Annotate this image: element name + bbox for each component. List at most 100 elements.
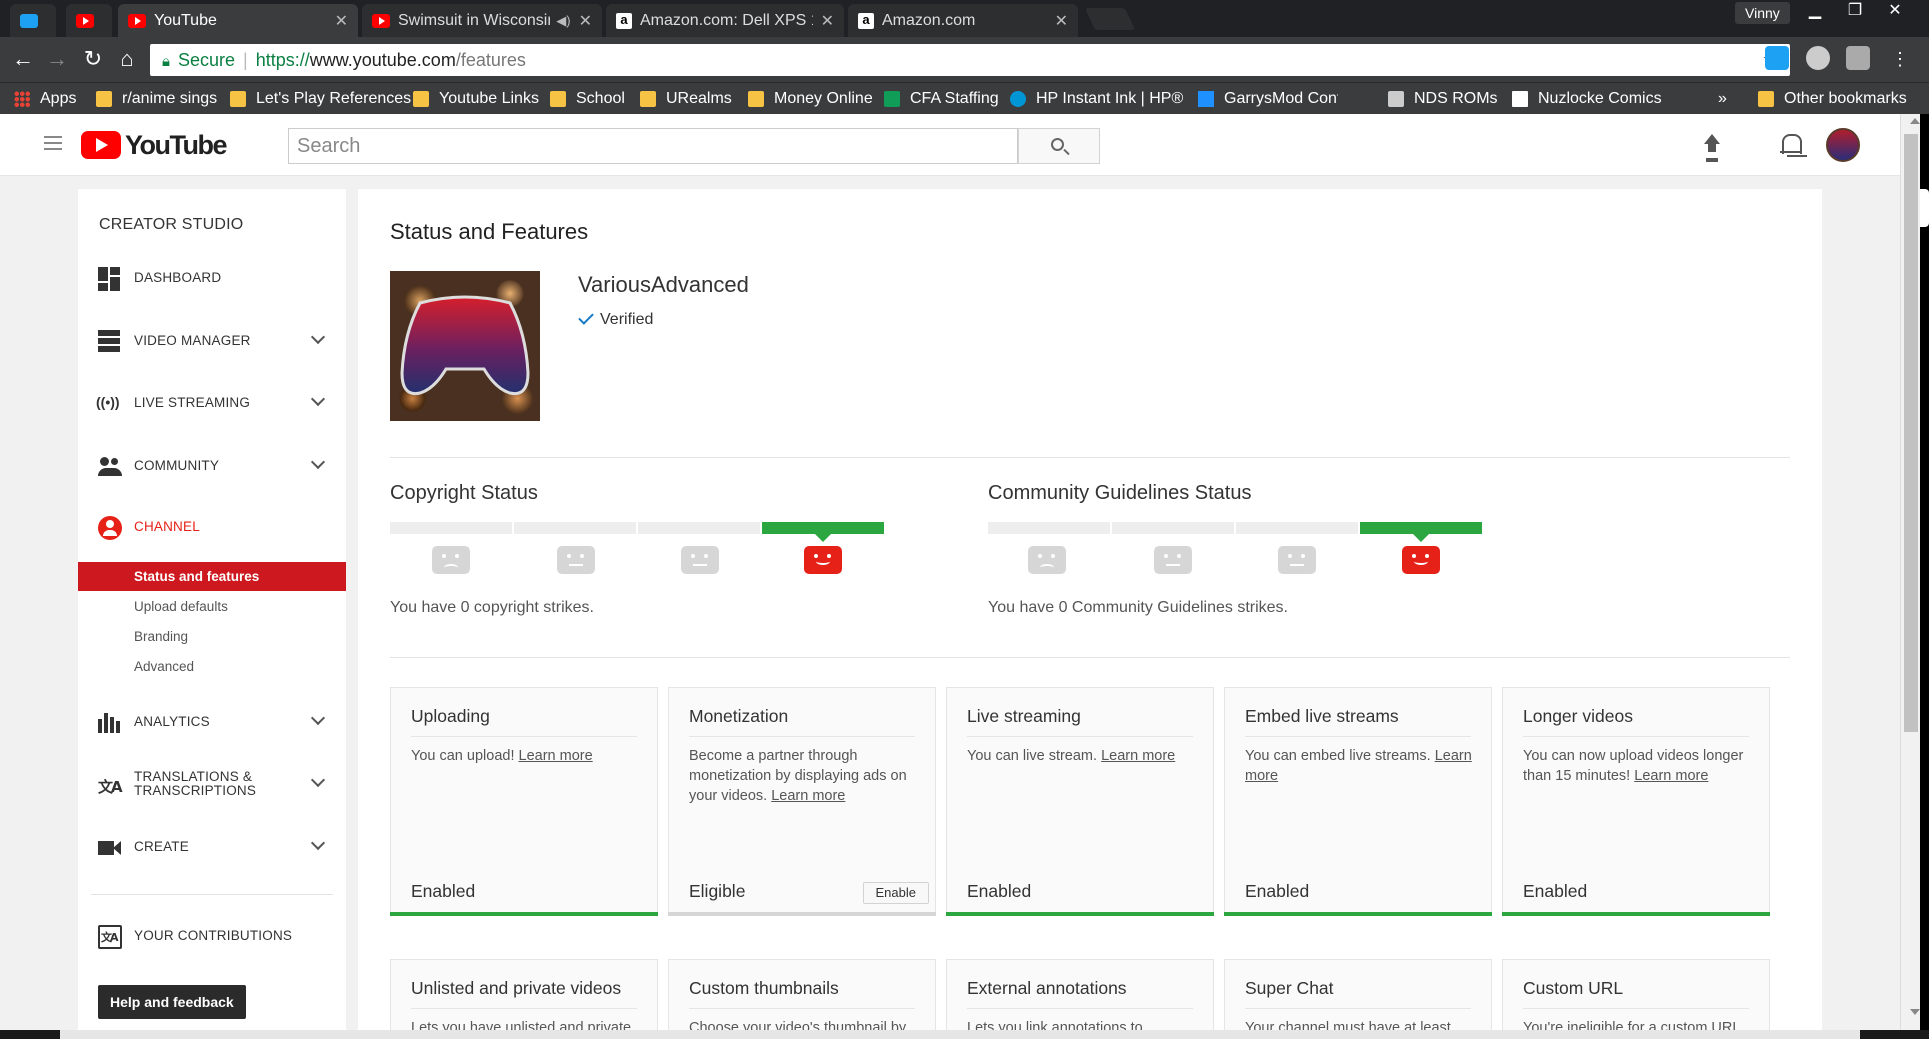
notifications-bell-icon[interactable] [1780, 132, 1802, 158]
controller-icon [400, 295, 530, 396]
learn-more-link[interactable]: Learn more [1634, 768, 1708, 784]
sidebar-subitem-status-and-features[interactable]: Status and features [134, 569, 259, 584]
feature-title: Custom thumbnails [689, 978, 839, 998]
close-window-icon[interactable]: ✕ [1870, 0, 1920, 22]
browser-tab[interactable] [66, 4, 112, 37]
youtube-logo[interactable]: YouTube [81, 130, 227, 160]
chevron-down-icon[interactable] [310, 454, 326, 470]
sidebar-item-channel[interactable]: CHANNEL [78, 508, 346, 548]
feature-status-bar [946, 912, 1214, 916]
learn-more-link[interactable]: Learn more [771, 788, 845, 804]
bookmark-link[interactable]: HP Instant Ink | HP® [1010, 83, 1183, 115]
tab-title: Swimsuit in Wisconsin [398, 11, 551, 29]
browser-toolbar: ← → ↻ ⌂ 🔒︎ Secure | https://www.youtube.com… [0, 37, 1929, 82]
sidebar-item-dashboard[interactable]: DASHBOARD [78, 259, 346, 299]
sidebar-subitem-upload-defaults[interactable]: Upload defaults [134, 599, 228, 614]
feature-description-text: You can live stream. [967, 748, 1098, 764]
minimize-icon[interactable]: ▁ [1795, 0, 1835, 22]
sidebar-item-label: COMMUNITY [134, 458, 220, 473]
learn-more-link[interactable]: Learn more [1101, 748, 1175, 764]
chevron-down-icon[interactable] [310, 329, 326, 345]
close-tab-icon[interactable]: ✕ [335, 11, 348, 31]
help-and-feedback-button[interactable]: Help and feedback [98, 985, 246, 1019]
sidebar-item-video-manager[interactable]: VIDEO MANAGER [78, 322, 346, 362]
twitter-extension-icon[interactable] [1765, 46, 1789, 70]
forward-icon[interactable]: → [42, 44, 72, 74]
folder-icon [1758, 91, 1774, 107]
browser-tab-active[interactable]: YouTube ✕ [118, 4, 358, 37]
bookmark-link[interactable]: NDS ROMs [1388, 83, 1498, 115]
speaker-icon[interactable]: ◀) [556, 13, 570, 29]
chevron-down-icon[interactable] [310, 710, 326, 726]
bookmark-folder[interactable]: Youtube Links [413, 83, 539, 115]
sidebar-item-your-contributions[interactable]: YOUR CONTRIBUTIONS [78, 917, 346, 957]
feature-divider [689, 1008, 915, 1009]
close-tab-icon[interactable]: ✕ [821, 11, 834, 31]
menu-icon[interactable]: ⋮ [1885, 44, 1915, 74]
neutral-face-icon [1278, 546, 1316, 574]
chevron-down-icon[interactable] [310, 835, 326, 851]
strike-indicator-notch [1413, 534, 1429, 542]
close-tab-icon[interactable]: ✕ [579, 11, 592, 31]
sidebar-item-label: LIVE STREAMING [134, 395, 251, 410]
bookmark-label: Apps [40, 90, 77, 107]
avatar[interactable] [1826, 128, 1860, 162]
new-tab-button[interactable] [1084, 8, 1136, 30]
extension-icon[interactable] [1846, 46, 1870, 70]
other-bookmarks[interactable]: Other bookmarks [1758, 83, 1907, 115]
bookmark-label: Youtube Links [439, 90, 539, 107]
bookmark-folder[interactable]: Let's Play References [230, 83, 411, 115]
browser-tab[interactable] [10, 4, 56, 37]
sidebar-subitem-advanced[interactable]: Advanced [134, 659, 194, 674]
scrollbar-thumb[interactable] [1904, 134, 1918, 732]
bookmarks-overflow-button[interactable]: » [1718, 83, 1727, 115]
bookmark-link[interactable]: Nuzlocke Comics [1512, 83, 1662, 115]
bookmark-link[interactable]: GarrysMod Content [1198, 83, 1338, 115]
bookmark-apps[interactable]: Apps [14, 83, 76, 115]
sidebar-item-create[interactable]: CREATE [78, 828, 346, 868]
sidebar-subitem-branding[interactable]: Branding [134, 629, 188, 644]
address-bar[interactable]: 🔒︎ Secure | https://www.youtube.com/feature… [150, 44, 1790, 76]
search-input[interactable]: Search [288, 128, 1018, 164]
learn-more-link[interactable]: Learn more [519, 748, 593, 764]
search-icon [1051, 138, 1064, 151]
chevron-down-icon[interactable] [310, 391, 326, 407]
folder-icon [550, 91, 566, 107]
sheets-icon [884, 91, 900, 107]
bookmark-folder[interactable]: Money Online [748, 83, 873, 115]
bookmark-folder[interactable]: r/anime sings [96, 83, 217, 115]
feature-divider [967, 736, 1193, 737]
reload-icon[interactable]: ↻ [78, 44, 108, 74]
chevron-down-icon[interactable] [310, 772, 326, 788]
page-title: Status and Features [390, 219, 589, 244]
bookmark-folder[interactable]: URealms [640, 83, 732, 115]
happy-face-icon [804, 546, 842, 574]
profile-button[interactable]: Vinny [1735, 2, 1790, 24]
back-icon[interactable]: ← [8, 44, 38, 74]
tab-title: Amazon.com [882, 11, 976, 29]
feature-state: Enabled [967, 881, 1032, 901]
close-tab-icon[interactable]: ✕ [1055, 11, 1068, 31]
bookmark-link[interactable]: CFA Staffing [884, 83, 999, 115]
enable-monetization-button[interactable]: Enable [862, 882, 929, 904]
upload-icon[interactable] [1702, 134, 1722, 158]
sidebar-item-translations[interactable]: TRANSLATIONS &TRANSCRIPTIONS [78, 765, 346, 805]
browser-tab[interactable]: a Amazon.com: Dell XPS 1 ✕ [606, 4, 844, 37]
sidebar-item-live-streaming[interactable]: LIVE STREAMING [78, 384, 346, 424]
restore-icon[interactable]: ❐ [1835, 0, 1875, 22]
scroll-up-arrow-icon[interactable] [1910, 118, 1920, 124]
browser-tab[interactable]: Swimsuit in Wisconsin ◀) ✕ [362, 4, 602, 37]
hamburger-menu-icon[interactable] [44, 136, 62, 150]
bookmark-folder[interactable]: School [550, 83, 625, 115]
sidebar-item-analytics[interactable]: ANALYTICS [78, 703, 346, 743]
sidebar-item-community[interactable]: COMMUNITY [78, 447, 346, 487]
taskbar-strip [60, 1030, 1860, 1039]
extension-icon[interactable] [1806, 46, 1830, 70]
search-button[interactable] [1018, 128, 1100, 164]
feature-title: Embed live streams [1245, 706, 1399, 726]
nds-icon [1388, 91, 1404, 107]
home-icon[interactable]: ⌂ [112, 44, 142, 74]
scroll-down-arrow-icon[interactable] [1910, 1009, 1920, 1015]
browser-tab[interactable]: a Amazon.com ✕ [848, 4, 1078, 37]
feature-card-external-annotations: External annotations Lets you link annot… [946, 959, 1214, 1039]
